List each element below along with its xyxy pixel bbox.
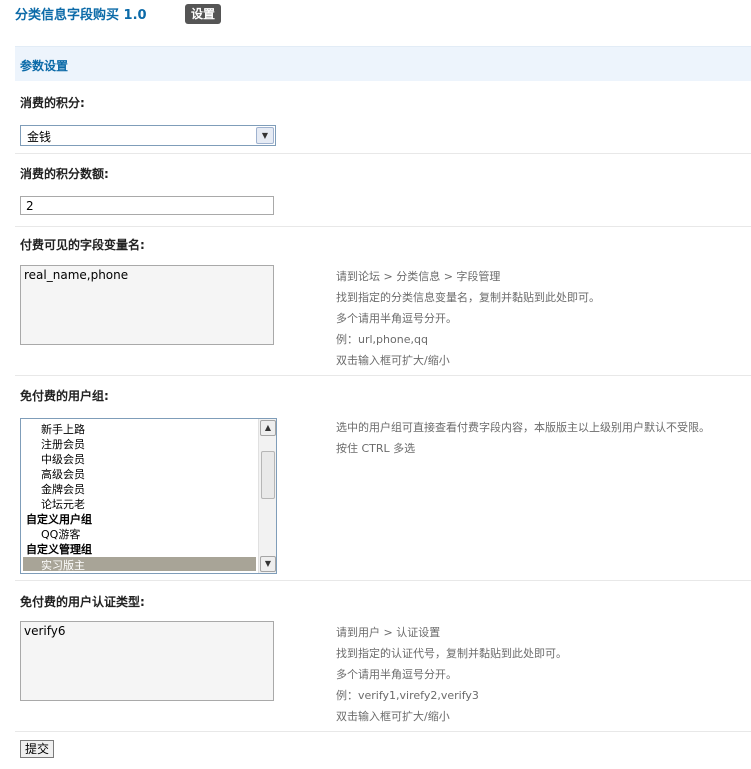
credit-amount-label: 消费的积分数额: — [20, 167, 109, 181]
paid-fields-label: 付费可见的字段变量名: — [20, 238, 145, 252]
paid-fields-hints: 请到论坛 > 分类信息 > 字段管理 找到指定的分类信息变量名，复制并黏贴到此处… — [336, 266, 600, 371]
credit-type-label: 消费的积分: — [20, 96, 85, 110]
hint-line: 例：url,phone,qq — [336, 333, 428, 346]
scroll-thumb[interactable] — [261, 451, 275, 499]
free-groups-label: 免付费的用户组: — [20, 389, 109, 403]
listbox-option[interactable]: 中级会员 — [41, 451, 85, 467]
selected-option-label: 实习版主 — [41, 559, 85, 572]
section-title: 参数设置 — [20, 59, 69, 73]
credit-amount-input[interactable]: 2 — [20, 196, 274, 215]
section-header: 参数设置 — [15, 46, 751, 81]
free-groups-hints: 选中的用户组可直接查看付费字段内容，本版版主以上级别用户默认不受限。 按住 CT… — [336, 417, 710, 459]
free-verify-label: 免付费的用户认证类型: — [20, 595, 145, 609]
credit-type-value: 金钱 — [27, 130, 52, 144]
listbox-option[interactable]: 注册会员 — [41, 436, 85, 452]
free-groups-listbox[interactable]: 新手上路 注册会员 中级会员 高级会员 金牌会员 论坛元老 自定义用户组 QQ游… — [20, 418, 277, 574]
credit-type-select[interactable]: 金钱 ▼ — [20, 125, 276, 146]
hint-line: 请到论坛 > 分类信息 > 字段管理 — [336, 270, 501, 283]
plugin-title: 分类信息字段购买 1.0 — [15, 8, 147, 23]
scroll-up-icon[interactable]: ▲ — [260, 420, 276, 436]
listbox-group-label: 自定义管理组 — [26, 543, 92, 556]
listbox-option-selected[interactable]: 实习版主 — [23, 557, 256, 572]
hint-line: 双击输入框可扩大/缩小 — [336, 354, 450, 367]
hint-line: 例：verify1,virefy2,verify3 — [336, 689, 479, 702]
listbox-option[interactable]: 金牌会员 — [41, 481, 85, 497]
listbox-option[interactable]: 高级会员 — [41, 466, 85, 482]
listbox-option[interactable]: QQ游客 — [41, 526, 80, 542]
listbox-option[interactable]: 论坛元老 — [41, 496, 85, 512]
free-verify-textarea[interactable]: verify6 — [20, 621, 274, 701]
chevron-down-icon[interactable]: ▼ — [256, 127, 274, 144]
divider — [15, 226, 751, 227]
divider — [15, 731, 751, 732]
hint-line: 双击输入框可扩大/缩小 — [336, 710, 450, 723]
hint-line: 多个请用半角逗号分开。 — [336, 668, 457, 681]
hint-line: 找到指定的认证代号，复制并黏贴到此处即可。 — [336, 647, 567, 660]
divider — [15, 153, 751, 154]
hint-line: 多个请用半角逗号分开。 — [336, 312, 457, 325]
scroll-down-icon[interactable]: ▼ — [260, 556, 276, 572]
hint-line: 找到指定的分类信息变量名，复制并黏贴到此处即可。 — [336, 291, 600, 304]
listbox-option[interactable]: 新手上路 — [41, 421, 85, 437]
hint-line: 按住 CTRL 多选 — [336, 442, 416, 455]
divider — [15, 580, 751, 581]
hint-line: 请到用户 > 认证设置 — [336, 626, 441, 639]
paid-fields-textarea[interactable]: real_name,phone — [20, 265, 274, 345]
listbox-group-label: 自定义用户组 — [26, 513, 92, 526]
settings-tab[interactable]: 设置 — [185, 4, 222, 24]
submit-button[interactable]: 提交 — [20, 740, 54, 758]
hint-line: 选中的用户组可直接查看付费字段内容，本版版主以上级别用户默认不受限。 — [336, 421, 710, 434]
divider — [15, 375, 751, 376]
free-verify-hints: 请到用户 > 认证设置 找到指定的认证代号，复制并黏贴到此处即可。 多个请用半角… — [336, 622, 567, 727]
listbox-scrollbar[interactable]: ▲ ▼ — [258, 419, 276, 573]
